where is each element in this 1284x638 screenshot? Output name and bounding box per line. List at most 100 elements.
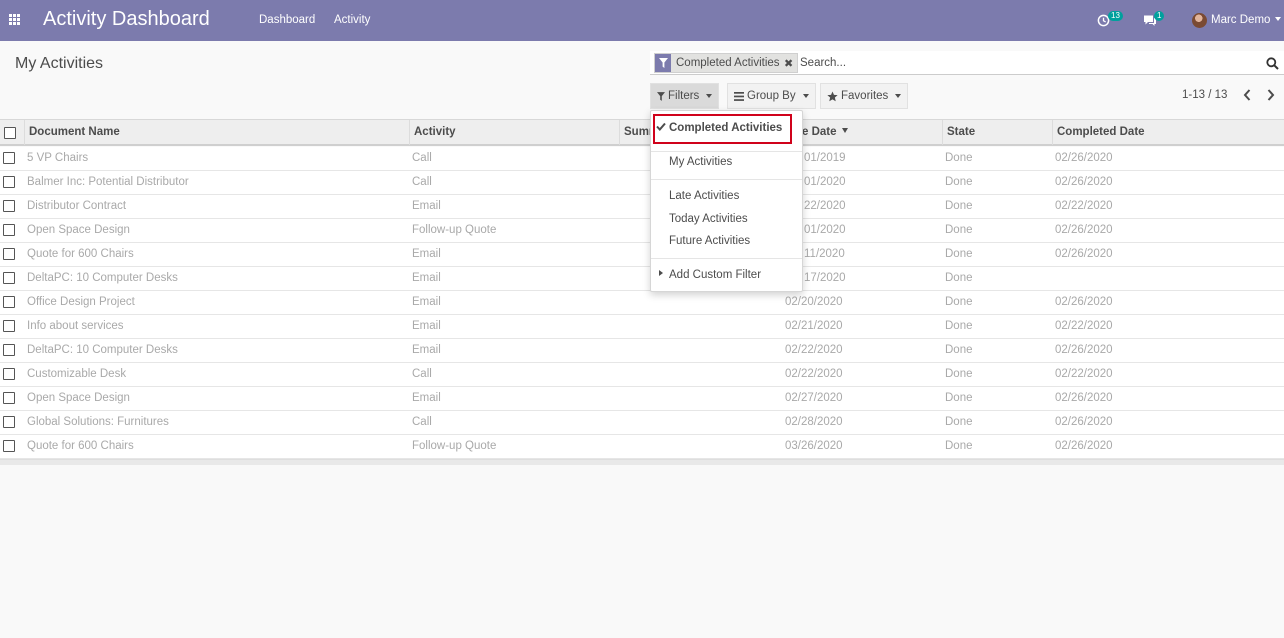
favorites-button[interactable]: Favorites — [820, 83, 909, 109]
cell-state: Done — [945, 392, 973, 404]
row-checkbox[interactable] — [3, 152, 15, 164]
breadcrumb: My Activities — [15, 55, 104, 72]
filter-today-activities[interactable]: Today Activities — [669, 213, 748, 225]
table-row[interactable]: DeltaPC: 10 Computer Desks Email 17/2020 Do… — [0, 267, 1284, 291]
activity-systray[interactable]: 13 — [1097, 11, 1127, 30]
list-icon — [734, 91, 744, 101]
cell-document: Info about services — [27, 320, 124, 332]
cell-state: Done — [945, 200, 973, 212]
cell-completed-date: 02/26/2020 — [1055, 248, 1113, 260]
cell-due-date: 01/2020 — [804, 224, 846, 236]
column-state[interactable]: State — [942, 120, 1053, 145]
cell-document: 5 VP Chairs — [27, 152, 89, 164]
top-navbar: Activity Dashboard Dashboard Activity 13… — [0, 0, 1284, 41]
add-custom-filter[interactable]: Add Custom Filter — [669, 269, 761, 281]
divider — [651, 258, 802, 259]
app-title: Activity Dashboard — [43, 8, 210, 30]
cell-due-date: 11/2020 — [804, 248, 845, 260]
cell-document: Distributor Contract — [27, 200, 127, 212]
filters-button[interactable]: Filters — [650, 83, 720, 109]
divider — [651, 151, 802, 152]
row-checkbox[interactable] — [3, 440, 15, 452]
filter-future-activities[interactable]: Future Activities — [669, 235, 750, 247]
chevron-right-icon[interactable] — [1265, 88, 1277, 102]
pager-value[interactable]: 1-13 / 13 — [1182, 89, 1227, 101]
favorites-button-label: Favorites — [841, 90, 889, 102]
cell-completed-date: 02/22/2020 — [1055, 200, 1113, 212]
table-row[interactable]: Balmer Inc: Potential Distributor Call 01/… — [0, 171, 1284, 195]
table-footer — [0, 459, 1284, 465]
row-checkbox[interactable] — [3, 344, 15, 356]
star-icon — [827, 90, 838, 102]
column-activity[interactable]: Activity — [409, 120, 620, 145]
cell-state: Done — [945, 152, 973, 164]
chevron-left-icon[interactable] — [1241, 88, 1253, 102]
cell-state: Done — [945, 296, 973, 308]
select-all-checkbox[interactable] — [4, 127, 16, 139]
row-checkbox[interactable] — [3, 296, 15, 308]
close-icon[interactable]: ✖ — [784, 57, 794, 70]
table-row[interactable]: DeltaPC: 10 Computer Desks Email 02/22/202… — [0, 339, 1284, 363]
column-completed-date[interactable]: Completed Date — [1052, 120, 1284, 145]
chevron-down-icon — [802, 94, 809, 98]
cell-due-date: 02/27/2020 — [785, 392, 843, 404]
table-row[interactable]: 5 VP Chairs Call 01/2019 Done 02/26/2020 — [0, 147, 1284, 171]
cell-completed-date: 02/26/2020 — [1055, 224, 1113, 236]
cell-document: Balmer Inc: Potential Distributor — [27, 176, 189, 188]
row-checkbox[interactable] — [3, 176, 15, 188]
cell-activity: Follow-up Quote — [412, 440, 497, 452]
search-input[interactable] — [800, 54, 1250, 72]
divider — [651, 179, 802, 180]
group-by-button-label: Group By — [747, 90, 796, 102]
row-checkbox[interactable] — [3, 272, 15, 284]
search-facet[interactable]: Completed Activities ✖ — [654, 53, 798, 73]
cell-activity: Email — [412, 320, 441, 332]
table-row[interactable]: Open Space Design Follow-up Quote 01/2020 D… — [0, 219, 1284, 243]
table-row[interactable]: Global Solutions: Furnitures Call 02/28/20… — [0, 411, 1284, 435]
row-checkbox[interactable] — [3, 224, 15, 236]
user-menu[interactable]: Marc Demo — [1192, 12, 1284, 30]
table-row[interactable]: Quote for 600 Chairs Follow-up Quote 03/26… — [0, 435, 1284, 459]
sort-desc-icon — [841, 128, 848, 133]
row-checkbox[interactable] — [3, 320, 15, 332]
column-summary[interactable]: Summ — [619, 120, 659, 145]
table-row[interactable]: Info about services Email 02/21/2020 Done 02… — [0, 315, 1284, 339]
search-bar: Completed Activities ✖ — [650, 51, 1284, 75]
cell-document: Office Design Project — [27, 296, 135, 308]
cell-document: Customizable Desk — [27, 368, 127, 380]
cell-completed-date: 02/26/2020 — [1055, 416, 1113, 428]
row-checkbox[interactable] — [3, 368, 15, 380]
row-checkbox[interactable] — [3, 200, 15, 212]
column-due-date[interactable]: e Date — [802, 120, 942, 145]
messaging-systray[interactable]: 1 — [1143, 11, 1171, 30]
table-row[interactable]: Quote for 600 Chairs Email 11/2020 Done 02/2… — [0, 243, 1284, 267]
menu-activity[interactable]: Activity — [334, 14, 370, 26]
menu-dashboard[interactable]: Dashboard — [259, 14, 315, 26]
cell-due-date: 17/2020 — [804, 272, 846, 284]
filter-my-activities[interactable]: My Activities — [669, 156, 732, 168]
table-row[interactable]: Customizable Desk Call 02/22/2020 Done 02/22… — [0, 363, 1284, 387]
row-checkbox[interactable] — [3, 416, 15, 428]
cell-due-date: 03/26/2020 — [785, 440, 843, 452]
filter-icon — [657, 91, 665, 101]
table-row[interactable]: Office Design Project Email 02/20/2020 Done… — [0, 291, 1284, 315]
search-icon[interactable] — [1266, 57, 1279, 70]
column-document-name[interactable]: Document Name — [24, 120, 410, 145]
cell-activity: Email — [412, 272, 441, 284]
filter-completed-activities[interactable]: Completed Activities — [669, 122, 782, 134]
cell-document: DeltaPC: 10 Computer Desks — [27, 344, 178, 356]
cell-completed-date: 02/26/2020 — [1055, 176, 1113, 188]
cell-activity: Email — [412, 248, 441, 260]
apps-menu-icon[interactable] — [9, 14, 20, 25]
filter-late-activities[interactable]: Late Activities — [669, 190, 739, 202]
table-row[interactable]: Distributor Contract Email 22/2020 Done 02/2… — [0, 195, 1284, 219]
table-row[interactable]: Open Space Design Email 02/27/2020 Done 02/2… — [0, 387, 1284, 411]
cell-due-date: 22/2020 — [804, 200, 846, 212]
cell-due-date: 01/2020 — [804, 176, 846, 188]
row-checkbox[interactable] — [3, 248, 15, 260]
row-checkbox[interactable] — [3, 392, 15, 404]
filters-dropdown: Completed Activities My Activities Late … — [650, 110, 803, 292]
group-by-button[interactable]: Group By — [727, 83, 816, 109]
cell-due-date: 02/21/2020 — [785, 320, 843, 332]
table-body: 5 VP Chairs Call 01/2019 Done 02/26/2020 Balm… — [0, 147, 1284, 459]
